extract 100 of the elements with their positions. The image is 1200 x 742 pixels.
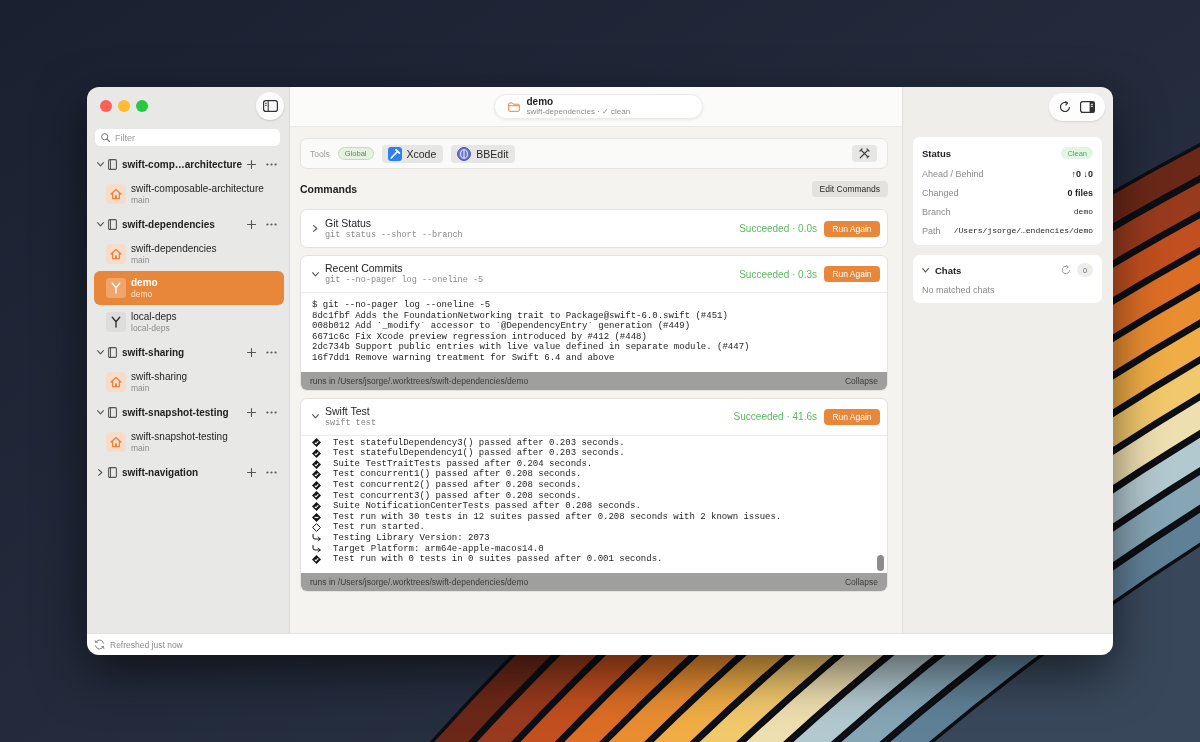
field-label: Ahead / Behind xyxy=(922,168,984,179)
command-name: Git Status xyxy=(325,216,373,230)
sidebar-icon xyxy=(262,100,278,112)
output-line: Test concurrent1() passed after 0.208 seconds. xyxy=(333,469,582,480)
sidebar-toggle-button[interactable] xyxy=(256,92,284,120)
filter-field[interactable]: Filter xyxy=(95,129,280,146)
book-icon xyxy=(108,218,117,230)
worktree-name: swift-dependencies xyxy=(131,242,217,255)
sidebar-item[interactable]: swift-composable-architecture main xyxy=(94,177,284,211)
sidebar-icon[interactable] xyxy=(1079,101,1095,113)
chevron-right-icon[interactable] xyxy=(98,468,103,476)
output-line: Test concurrent2() passed after 0.208 seconds. xyxy=(333,479,582,491)
app-button[interactable]: BBEdit xyxy=(451,144,516,163)
diamond-check-icon xyxy=(312,480,321,490)
tools-icon xyxy=(859,148,870,159)
output-line: 16f7dd1 Remove warning treatment for Swift 6.4 and above xyxy=(312,352,615,364)
hook-arrow-icon xyxy=(312,544,321,553)
app-icon xyxy=(457,146,472,161)
tools-button[interactable] xyxy=(852,145,877,162)
result-text: Succeeded · 41.6s xyxy=(733,411,817,423)
worktree-name: swift-snapshot-testing xyxy=(131,430,228,443)
output-line: Test run started. xyxy=(333,522,425,533)
house-icon xyxy=(106,372,126,392)
worktree-title: demo xyxy=(526,96,555,107)
more-icon[interactable] xyxy=(266,470,277,474)
branch-name: main xyxy=(131,194,151,206)
chevron-down-icon[interactable] xyxy=(97,349,104,355)
chevron-down-icon[interactable] xyxy=(97,161,104,167)
diamond-check-icon xyxy=(312,448,321,458)
status-text: Refreshed just now xyxy=(110,639,183,650)
worktree-name: swift-composable-architecture xyxy=(131,182,264,195)
command-line: git status --short --branch xyxy=(325,229,463,241)
branch-name: local-deps xyxy=(131,322,171,334)
worktree-subtitle: swift-dependencies · ✓ clean xyxy=(526,107,631,117)
folder-icon xyxy=(507,101,520,112)
chevron-down-icon[interactable] xyxy=(312,271,319,277)
chevron-down-icon[interactable] xyxy=(312,414,319,419)
card-title: Chats xyxy=(935,264,962,276)
branch-name: main xyxy=(131,442,151,454)
chevron-down-icon[interactable] xyxy=(922,267,929,273)
house-icon xyxy=(106,184,126,204)
refresh-icon[interactable] xyxy=(1059,101,1072,113)
plus-icon[interactable] xyxy=(247,467,256,477)
collapse-button[interactable]: Collapse xyxy=(844,375,878,386)
scrollbar-thumb[interactable] xyxy=(877,554,884,571)
diamond-dash-icon xyxy=(312,512,321,522)
worktree-name: local-deps xyxy=(131,310,177,323)
field-value: ↑0 ↓0 xyxy=(1071,168,1093,179)
more-icon[interactable] xyxy=(266,410,277,414)
empty-message: No matched chats xyxy=(922,284,996,296)
diamond-check-icon xyxy=(312,491,321,501)
output-line: Target Platform: arm64e-apple-macos14.0 xyxy=(333,543,544,554)
field-value: /Users/jsorge/…endencies/demo xyxy=(953,226,1093,235)
chevron-right-icon[interactable] xyxy=(313,225,318,232)
house-icon xyxy=(106,432,126,452)
edit-commands-button[interactable]: Edit Commands xyxy=(811,181,888,197)
result-text: Succeeded · 0.0s xyxy=(739,223,817,234)
plus-icon[interactable] xyxy=(247,219,256,229)
output-line: Test concurrent3() passed after 0.208 seconds. xyxy=(333,490,582,501)
more-icon[interactable] xyxy=(266,350,277,354)
output-line: Test run with 0 tests in 0 suites passed after 0.001 seconds. xyxy=(333,554,663,565)
collapse-button[interactable]: Collapse xyxy=(844,576,878,587)
output-line: $ git --no-pager log --oneline -5 xyxy=(312,300,491,311)
sidebar-item[interactable]: local-deps local-deps xyxy=(94,305,284,339)
branch-name: demo xyxy=(131,288,154,300)
output-line: Test statefulDependency1() passed after 0.203 seconds. xyxy=(333,448,625,459)
diamond-check-icon xyxy=(312,554,321,564)
app-button[interactable]: Xcode xyxy=(381,144,444,163)
diamond-outline-icon xyxy=(312,523,321,533)
branch-icon xyxy=(106,278,126,298)
sidebar-item[interactable]: swift-dependencies main xyxy=(94,237,284,271)
field-label: Path xyxy=(922,225,941,236)
app-icon xyxy=(387,146,402,161)
worktree-name: demo xyxy=(131,276,158,289)
branch-name: main xyxy=(131,254,151,266)
diamond-check-icon xyxy=(312,459,321,469)
plus-icon[interactable] xyxy=(247,159,256,169)
more-icon[interactable] xyxy=(266,162,277,166)
output-line: 2dc734b Support public entries with live value defined in separate module. (#447) xyxy=(312,342,750,353)
section-title: Commands xyxy=(300,183,358,195)
diamond-check-icon xyxy=(312,470,321,480)
chevron-down-icon[interactable] xyxy=(97,409,104,415)
working-directory: runs in /Users/jsorge/.worktrees/swift-dependencies/demo xyxy=(310,576,529,587)
plus-icon[interactable] xyxy=(247,347,256,357)
output-line: Suite NotificationCenterTests passed after 0.208 seconds. xyxy=(333,501,641,512)
chevron-down-icon[interactable] xyxy=(97,221,104,227)
sidebar-item[interactable]: swift-sharing main xyxy=(94,365,284,399)
plus-icon[interactable] xyxy=(247,407,256,417)
book-icon xyxy=(108,466,117,478)
repository-name: swift-snapshot-testing xyxy=(122,406,230,418)
working-directory: runs in /Users/jsorge/.worktrees/swift-dependencies/demo xyxy=(310,375,529,386)
house-icon xyxy=(106,244,126,264)
diamond-check-icon xyxy=(312,438,321,448)
more-icon[interactable] xyxy=(266,222,277,226)
sidebar-item[interactable]: swift-snapshot-testing main xyxy=(94,425,284,459)
repository-name: swift-sharing xyxy=(122,346,186,358)
command-line: git --no-pager log --oneline -5 xyxy=(325,275,484,286)
field-label: Changed xyxy=(922,187,959,198)
result-text: Succeeded · 0.3s xyxy=(739,268,817,280)
book-icon xyxy=(108,158,117,170)
